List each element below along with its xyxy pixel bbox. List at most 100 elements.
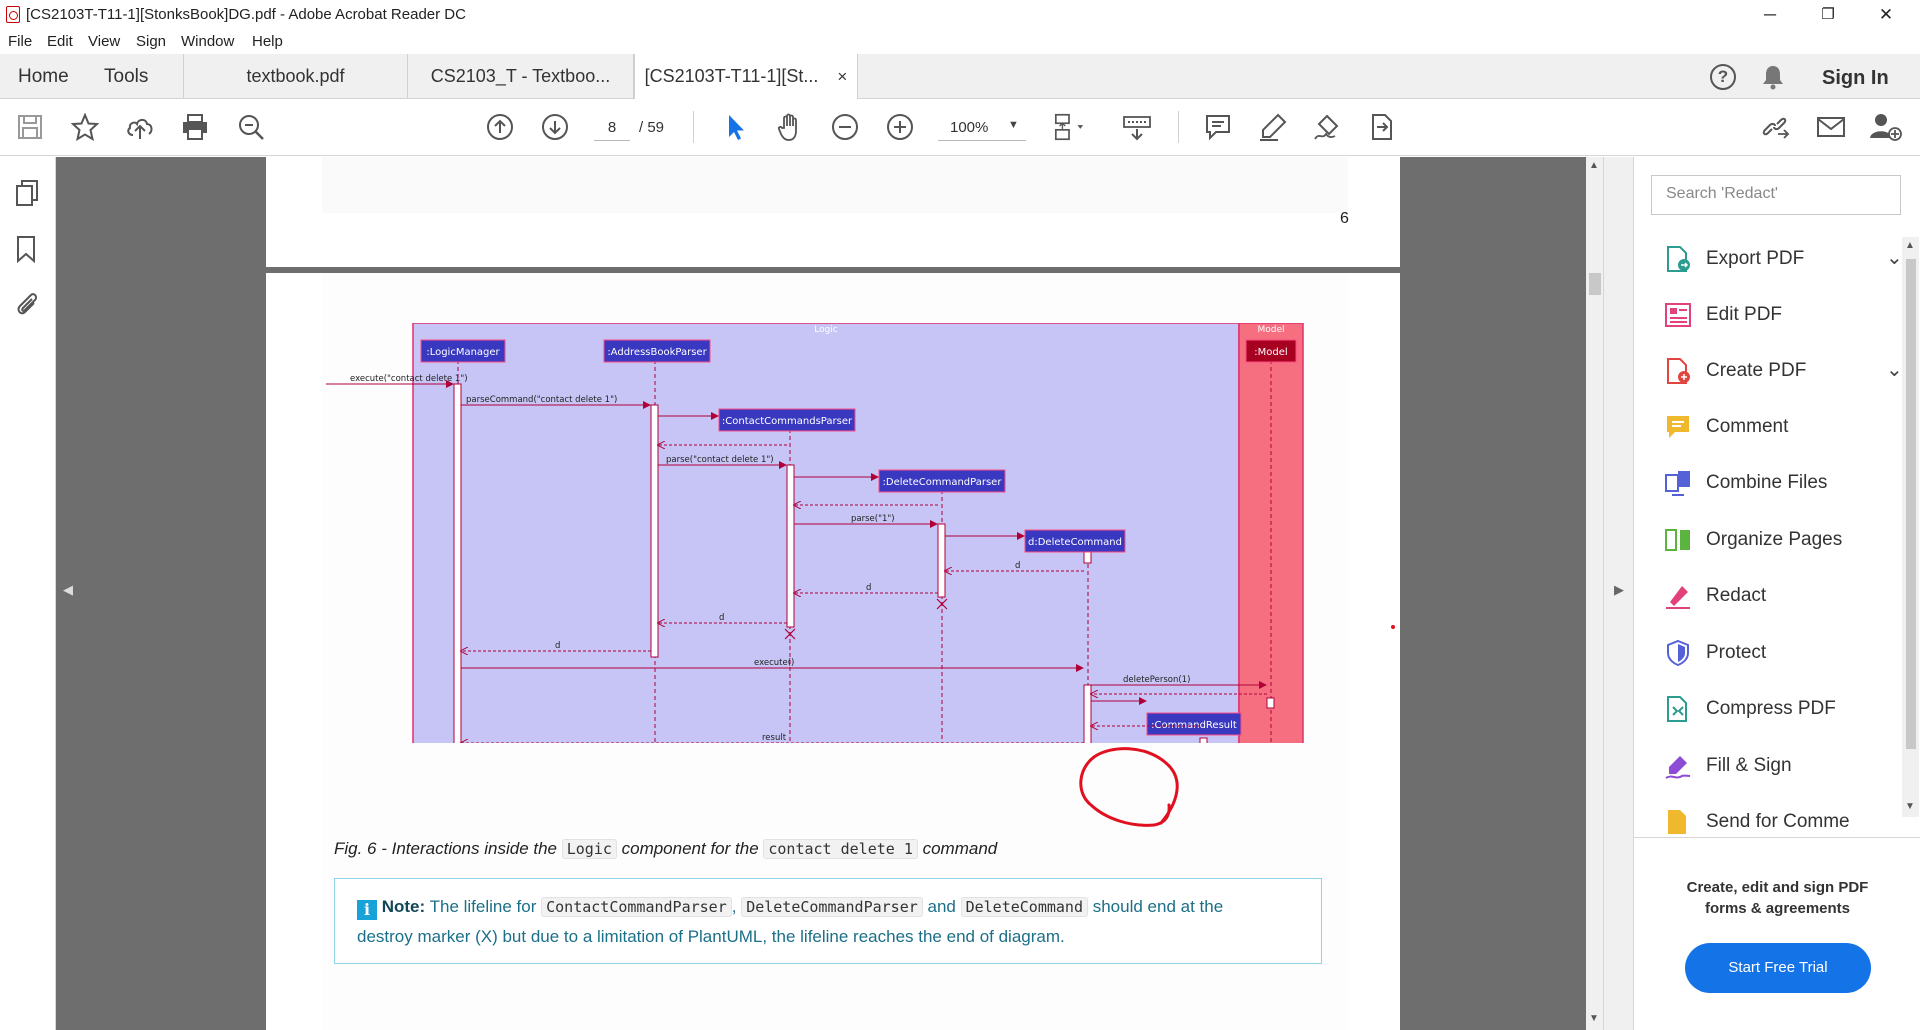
note-box: i Note: The lifeline for ContactCommandP… [334, 878, 1322, 964]
tool-create-pdf[interactable]: Create PDF ⌄ [1664, 351, 1904, 391]
email-icon[interactable] [1815, 111, 1847, 143]
tab-home[interactable]: Home [18, 54, 69, 99]
highlight-pen-icon[interactable] [1257, 111, 1289, 143]
tool-label: Compress PDF [1706, 698, 1836, 719]
tab-textbook[interactable]: textbook.pdf [184, 54, 408, 99]
tool-export-pdf[interactable]: Export PDF ⌄ [1664, 239, 1904, 279]
chevron-down-icon[interactable]: ⌄ [1886, 357, 1903, 382]
menu-sign[interactable]: Sign [136, 33, 166, 50]
tool-send-for-comment[interactable]: Send for Comme [1664, 802, 1904, 839]
zoom-search-icon[interactable] [235, 111, 267, 143]
tool-label: Comment [1706, 416, 1789, 437]
tool-organize-pages[interactable]: Organize Pages [1664, 520, 1904, 560]
tools-scrollbar[interactable]: ▲ ▼ [1902, 237, 1919, 817]
caption-code: Logic [561, 839, 617, 859]
tool-fill-sign[interactable]: Fill & Sign [1664, 746, 1904, 786]
print-icon[interactable] [179, 111, 211, 143]
tool-label: Edit PDF [1706, 304, 1783, 325]
scroll-up-arrow-icon[interactable]: ▲ [1905, 240, 1915, 251]
page-number-input[interactable]: 8 [594, 115, 630, 141]
tool-compress-pdf[interactable]: Compress PDF [1664, 689, 1904, 729]
previous-page-icon[interactable] [484, 111, 516, 143]
menu-view[interactable]: View [88, 33, 120, 50]
tab-tools[interactable]: Tools [104, 54, 184, 99]
search-tools-input[interactable]: Search 'Redact' [1651, 175, 1901, 215]
note-code: DeleteCommand [960, 897, 1088, 917]
promo-text: Create, edit and sign PDF forms & agreem… [1686, 879, 1869, 917]
pdf-file-icon [6, 6, 20, 23]
tab-stonksbook-dg[interactable]: [CS2103T-T11-1][St... × [634, 54, 858, 100]
document-scrollbar[interactable]: ▲ ▼ [1586, 157, 1603, 1030]
zoom-out-icon[interactable] [829, 111, 861, 143]
restore-button[interactable]: ❐ [1800, 0, 1856, 30]
right-panel-toggle[interactable]: ▶ [1603, 157, 1633, 1030]
sign-in-button[interactable]: Sign In [1822, 56, 1889, 101]
tool-label: Export PDF [1706, 248, 1805, 269]
panel-divider [1634, 837, 1920, 838]
tool-protect[interactable]: Protect [1664, 633, 1904, 673]
zoom-in-icon[interactable] [884, 111, 916, 143]
notification-bell-icon[interactable] [1761, 64, 1785, 95]
note-text: should end at the [1088, 897, 1224, 916]
bookmarks-icon[interactable] [15, 235, 37, 268]
message-result: result [762, 733, 787, 743]
upload-cloud-icon[interactable] [124, 111, 156, 143]
export-pdf-icon [1667, 246, 1690, 272]
start-free-trial-button[interactable]: Start Free Trial [1685, 943, 1871, 993]
hand-tool-icon[interactable] [774, 111, 806, 143]
zoom-select[interactable]: 100% ▼ [938, 115, 1026, 141]
menu-window[interactable]: Window [181, 33, 234, 50]
tab-bar: Home Tools textbook.pdf CS2103_T - Textb… [0, 54, 1920, 101]
note-label: Note: [381, 897, 426, 916]
menu-file[interactable]: File [8, 33, 32, 50]
redact-icon [1666, 586, 1690, 609]
note-code: ContactCommandParser [541, 897, 732, 917]
message-parse-1: parse("1") [851, 514, 895, 524]
scroll-down-arrow-icon[interactable]: ▼ [1589, 1013, 1599, 1024]
scrollbar-thumb[interactable] [1906, 259, 1916, 749]
bookmark-star-icon[interactable] [69, 111, 101, 143]
close-window-button[interactable]: ✕ [1858, 0, 1914, 30]
menu-edit[interactable]: Edit [47, 33, 73, 50]
red-annotation-circle [1079, 747, 1179, 827]
compress-pdf-icon [1667, 696, 1687, 722]
select-cursor-icon[interactable] [720, 111, 752, 143]
logic-frame-label: Logic [814, 325, 838, 335]
sign-pen-icon[interactable] [1312, 111, 1344, 143]
collapse-left-panel-icon[interactable]: ◀ [63, 582, 73, 598]
scrollbar-thumb[interactable] [1589, 273, 1601, 295]
collapse-right-panel-icon[interactable]: ▶ [1614, 582, 1624, 598]
chevron-down-icon[interactable]: ⌄ [1886, 245, 1903, 270]
document-viewport[interactable]: ◀ 6 Logic Model:LogicManager:AddressBo… [56, 157, 1586, 1030]
message-return-d: d [555, 641, 560, 651]
share-link-icon[interactable] [1759, 111, 1791, 143]
participant-label: d:DeleteCommand [1028, 537, 1122, 548]
caption-code: contact delete 1 [763, 839, 918, 859]
attachments-icon[interactable] [14, 290, 40, 323]
comment-icon[interactable] [1202, 111, 1234, 143]
message-execute-call: execute("contact delete 1") [350, 374, 468, 384]
tab-close-icon[interactable]: × [837, 67, 847, 86]
tool-comment[interactable]: Comment [1664, 407, 1904, 447]
tool-label: Organize Pages [1706, 529, 1843, 550]
note-text: , [731, 897, 742, 916]
next-page-icon[interactable] [539, 111, 571, 143]
save-icon[interactable] [14, 111, 46, 143]
scroll-up-arrow-icon[interactable]: ▲ [1589, 160, 1599, 171]
tool-label: Protect [1706, 642, 1767, 663]
scroll-down-arrow-icon[interactable]: ▼ [1905, 801, 1915, 812]
menu-help[interactable]: Help [252, 33, 283, 50]
tab-cs2103-textbook[interactable]: CS2103_T - Textboo... [408, 54, 634, 99]
page-display-icon[interactable] [1053, 111, 1085, 143]
help-icon[interactable]: ? [1710, 64, 1736, 90]
tool-redact[interactable]: Redact [1664, 576, 1904, 616]
add-user-icon[interactable] [1870, 111, 1902, 143]
tool-edit-pdf[interactable]: Edit PDF [1664, 295, 1904, 335]
organize-pages-icon [1665, 529, 1690, 551]
minimize-button[interactable]: ─ [1742, 0, 1798, 30]
share-send-icon[interactable] [1366, 111, 1398, 143]
tool-combine-files[interactable]: Combine Files [1664, 463, 1904, 503]
keyboard-scroll-icon[interactable] [1121, 111, 1153, 143]
window-title: [CS2103T-T11-1][StonksBook]DG.pdf - Adob… [26, 6, 466, 23]
page-thumbnails-icon[interactable] [14, 179, 40, 212]
